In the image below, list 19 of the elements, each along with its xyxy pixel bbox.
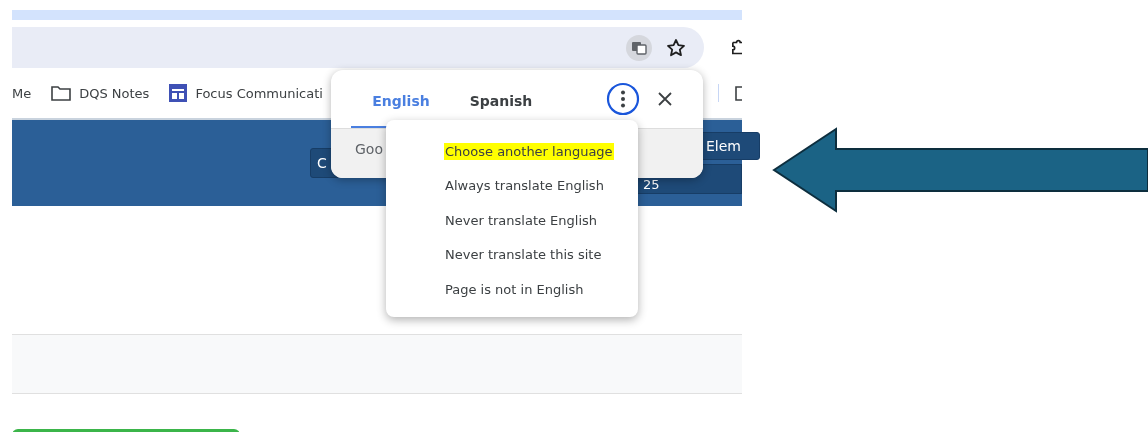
folder-icon	[51, 85, 72, 101]
app-icon	[169, 84, 188, 102]
footer-text: Goo	[355, 141, 383, 157]
arrow-icon	[772, 127, 1148, 213]
menu-item[interactable]: Page is not in English	[444, 280, 585, 298]
bookmark[interactable]: DQS Notes	[79, 85, 150, 101]
menu-item[interactable]: Choose another language	[444, 142, 614, 160]
star-icon[interactable]	[666, 37, 686, 58]
close-icon[interactable]	[658, 92, 672, 106]
bookmark[interactable]: Focus Communicati	[195, 85, 323, 101]
menu-item[interactable]: Always translate English	[444, 177, 605, 195]
bookmark[interactable]: Me	[12, 85, 32, 101]
menu-item[interactable]: Never translate English	[444, 211, 599, 229]
header-button[interactable]: Elem	[700, 132, 760, 160]
menu-item[interactable]: Never translate this site	[444, 246, 603, 264]
folder-icon[interactable]	[735, 85, 742, 101]
translate-icon[interactable]	[626, 34, 652, 61]
header-text: 25	[643, 177, 660, 192]
more-icon[interactable]	[606, 82, 640, 116]
